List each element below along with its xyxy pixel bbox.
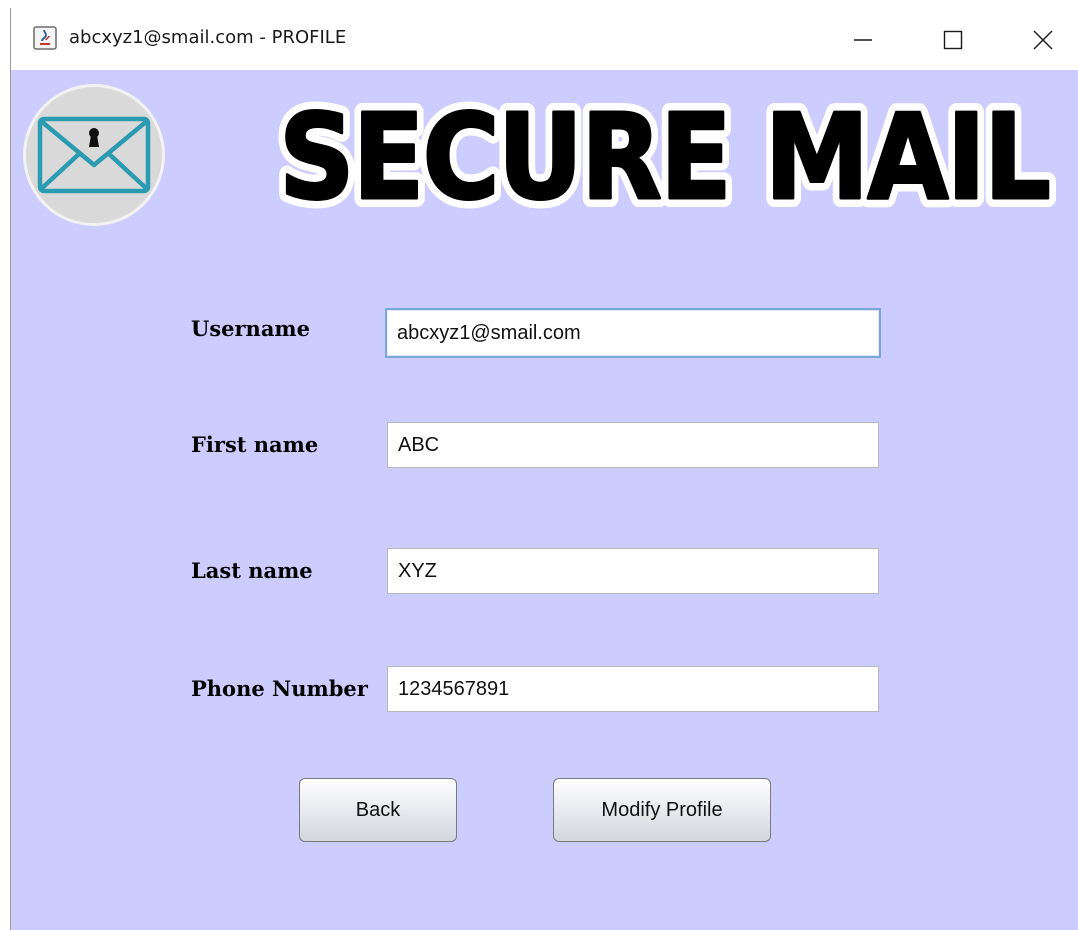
java-app-icon	[33, 26, 57, 50]
app-logo	[23, 84, 165, 226]
maximize-button[interactable]	[929, 16, 977, 64]
lock-envelope-icon	[37, 116, 151, 194]
username-label: Username	[191, 316, 311, 341]
username-field[interactable]	[385, 308, 881, 358]
title-bar[interactable]: abcxyz1@smail.com - PROFILE	[11, 8, 1078, 70]
modify-profile-button[interactable]: Modify Profile	[553, 778, 771, 842]
back-button[interactable]: Back	[299, 778, 457, 842]
profile-window: abcxyz1@smail.com - PROFILE SECURE MAIL …	[10, 8, 1078, 930]
secure-mail-banner: SECURE MAIL SECURE MAIL	[270, 80, 1060, 230]
maximize-icon	[943, 30, 963, 50]
minimize-icon	[854, 39, 872, 41]
phone-number-field[interactable]	[387, 666, 879, 712]
window-title: abcxyz1@smail.com - PROFILE	[69, 27, 347, 48]
screen-edge	[0, 0, 1078, 8]
last-name-field[interactable]	[387, 548, 879, 594]
profile-panel: SECURE MAIL SECURE MAIL Username First n…	[11, 70, 1078, 930]
minimize-button[interactable]	[839, 16, 887, 64]
close-button[interactable]	[1019, 16, 1067, 64]
first-name-field[interactable]	[387, 422, 879, 468]
banner-text: SECURE MAIL	[279, 88, 1049, 226]
close-icon	[1033, 30, 1053, 50]
phone-number-label: Phone Number	[191, 676, 368, 701]
last-name-label: Last name	[191, 558, 313, 583]
first-name-label: First name	[191, 432, 319, 457]
